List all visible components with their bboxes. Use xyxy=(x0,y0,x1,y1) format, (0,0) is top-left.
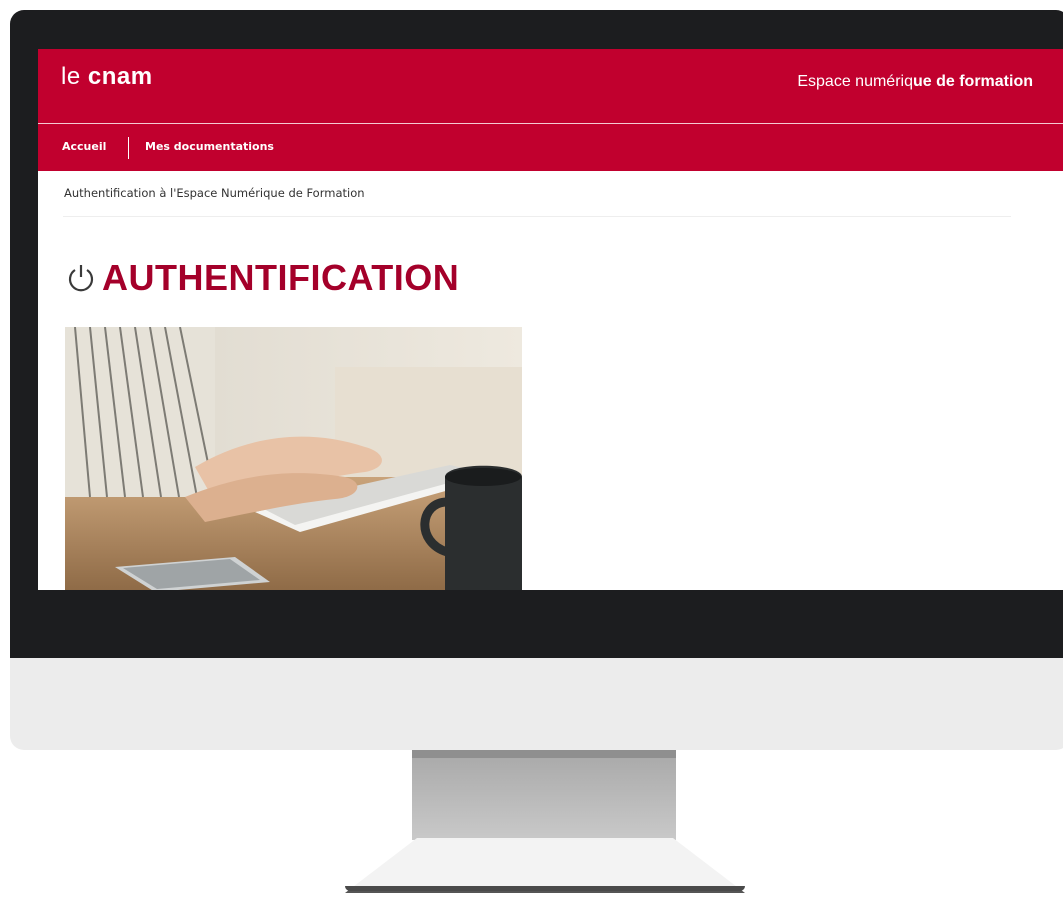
nav-item-mes-documentations[interactable]: Mes documentations xyxy=(145,140,274,153)
power-icon xyxy=(68,265,94,292)
monitor-stand-neck xyxy=(412,750,676,840)
logo-prefix: le xyxy=(61,63,88,90)
cnam-logo[interactable]: le cnam xyxy=(61,63,153,91)
page-title: AUTHENTIFICATION xyxy=(102,257,460,298)
monitor-stand-shadow xyxy=(345,886,745,891)
page-heading: AUTHENTIFICATION xyxy=(66,257,459,299)
monitor-chin xyxy=(10,658,1063,750)
nav-separator xyxy=(128,137,129,159)
site-title: Espace numérique de formation xyxy=(797,73,1033,91)
site-title-bold: ue de formation xyxy=(912,73,1033,90)
logo-brand: cnam xyxy=(87,63,153,90)
main-navigation: Accueil Mes documentations xyxy=(38,124,1063,171)
monitor-screen: le cnam Espace numérique de formation Ac… xyxy=(38,49,1063,590)
site-header: le cnam Espace numérique de formation xyxy=(38,49,1063,123)
hands-typing-on-keyboard-image xyxy=(65,327,522,590)
nav-item-accueil[interactable]: Accueil xyxy=(62,140,106,153)
breadcrumb-divider xyxy=(63,216,1011,217)
breadcrumb: Authentification à l'Espace Numérique de… xyxy=(64,186,365,200)
monitor-stand-base xyxy=(345,838,745,893)
site-title-plain: Espace numériq xyxy=(797,73,913,90)
